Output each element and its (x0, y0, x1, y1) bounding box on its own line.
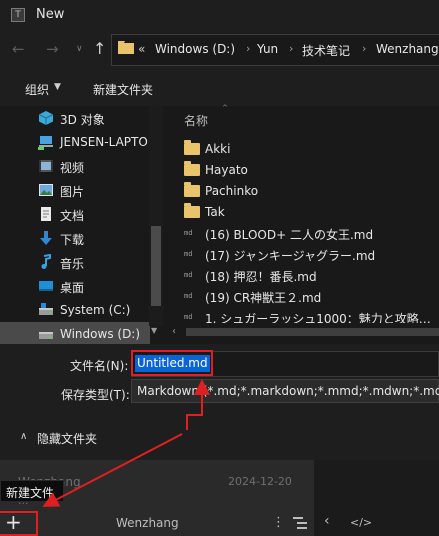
dialog-titlebar (0, 0, 439, 30)
recent-locations-chevron-icon[interactable]: ∨ (76, 44, 83, 54)
breadcrumb-wenzhang[interactable]: Wenzhang (376, 42, 439, 56)
file-list-item[interactable]: Tak (184, 202, 439, 223)
network-computer-icon (38, 136, 53, 150)
file-list-item[interactable]: Hayato (184, 160, 439, 181)
forward-arrow-icon[interactable]: → (46, 40, 59, 58)
file-list-item[interactable]: md (18) 押忍！番長.md (184, 265, 439, 286)
folder-icon (184, 140, 200, 155)
nav-item-system-c[interactable]: System (C:) (0, 298, 150, 322)
file-name: (16) BLOOD+ 二人の女王.md (205, 228, 374, 242)
sort-indicator-icon: ^ (222, 104, 228, 112)
breadcrumb-drive[interactable]: Windows (D:) (155, 42, 235, 56)
nav-item-label: 文档 (60, 209, 85, 223)
markdown-file-icon: md (184, 313, 193, 321)
nav-item-pictures[interactable]: 图片 (0, 178, 150, 202)
up-arrow-icon[interactable]: ↑ (93, 39, 106, 58)
file-list-item[interactable]: md (19) CR神獣王２.md (184, 286, 439, 307)
nav-item-music[interactable]: 音乐 (0, 250, 150, 274)
filetype-select-value[interactable]: Markdown (*.md;*.markdown;*.mmd;*.mdwn;*… (137, 384, 439, 398)
nav-item-desktop[interactable]: 桌面 (0, 274, 150, 298)
drive-icon (39, 332, 53, 339)
organize-button[interactable]: 组织 (25, 81, 49, 98)
caret-up-icon[interactable]: ∧ (20, 431, 27, 442)
downloads-icon (40, 231, 52, 245)
pictures-icon (39, 184, 53, 196)
nav-item-label: 下载 (60, 233, 85, 247)
file-list-item[interactable]: md (17) ジャンキージャグラー.md (184, 244, 439, 265)
file-list-item[interactable]: md (16) BLOOD+ 二人の女王.md (184, 223, 439, 244)
address-overflow[interactable]: « (138, 42, 145, 56)
markdown-file-icon: md (184, 292, 193, 300)
nav-item-label: System (C:) (60, 303, 131, 317)
annotation-box-filename (131, 350, 213, 376)
scroll-down-arrow-icon[interactable]: ▼ (151, 326, 157, 335)
folder-icon (184, 161, 200, 176)
folder-icon (118, 41, 134, 54)
file-name: Tak (205, 205, 225, 219)
breadcrumb-separator-icon[interactable]: › (289, 42, 293, 55)
file-name: Hayato (205, 163, 248, 177)
annotation-box-new-file (0, 511, 38, 536)
breadcrumb-yun[interactable]: Yun (257, 42, 278, 56)
nav-item-3d-objects[interactable]: 3D 对象 (0, 106, 150, 130)
dialog-title: New (36, 7, 65, 22)
back-arrow-icon[interactable]: ← (12, 40, 25, 58)
column-header-name[interactable]: 名称 (184, 112, 208, 129)
nav-item-downloads[interactable]: 下载 (0, 226, 150, 250)
horizontal-scrollbar-thumb[interactable] (186, 328, 439, 336)
markdown-file-icon: md (184, 229, 193, 237)
breadcrumb-separator-icon[interactable]: › (362, 42, 366, 55)
caret-down-icon[interactable]: ▼ (54, 82, 61, 92)
scroll-left-arrow-icon[interactable]: ‹ (172, 326, 176, 337)
tooltip-text: 新建文件 (6, 486, 55, 500)
nav-item-windows-d[interactable]: Windows (D:) (0, 322, 150, 346)
file-name: Pachinko (205, 184, 259, 198)
music-icon (41, 254, 51, 269)
filename-label: 文件名(N): (70, 359, 129, 373)
file-name: 1. シュガーラッシュ1000：魅力と攻略… (205, 312, 431, 323)
outline-toggle-icon[interactable] (293, 517, 307, 529)
3d-objects-icon (38, 111, 54, 125)
nav-item-documents[interactable]: 文档 (0, 202, 150, 226)
file-name: (18) 押忍！番長.md (205, 270, 317, 284)
file-list-item[interactable]: md 1. シュガーラッシュ1000：魅力と攻略… (184, 307, 439, 323)
breadcrumb-separator-icon[interactable]: › (246, 42, 250, 55)
hide-folders-toggle[interactable]: 隐藏文件夹 (37, 430, 97, 447)
folder-icon (184, 203, 200, 218)
new-folder-button[interactable]: 新建文件夹 (93, 81, 153, 98)
nav-item-label: 3D 对象 (60, 113, 105, 127)
nav-item-label: 图片 (60, 185, 85, 199)
nav-item-videos[interactable]: 视频 (0, 154, 150, 178)
file-name: Akki (205, 142, 231, 156)
nav-item-label: 音乐 (60, 257, 85, 271)
current-folder-label[interactable]: Wenzhang (116, 516, 179, 530)
folder-icon (184, 182, 200, 197)
typora-app-icon: T (11, 8, 25, 22)
file-name: (17) ジャンキージャグラー.md (205, 249, 376, 263)
documents-icon (41, 207, 51, 221)
file-list-entry-date: 2024-12-20 (228, 475, 292, 488)
dialog-toolbar (0, 70, 439, 106)
desktop-icon (39, 281, 53, 291)
nav-item-label: JENSEN-LAPTO (60, 135, 148, 149)
more-options-icon[interactable]: ⋮ (272, 515, 285, 530)
nav-item-label: 视频 (60, 161, 85, 175)
drive-icon (39, 303, 53, 315)
nav-item-label: Windows (D:) (60, 327, 141, 341)
file-list-item[interactable]: Pachinko (184, 181, 439, 202)
editor-background (314, 460, 439, 536)
markdown-file-icon: md (184, 250, 193, 258)
nav-item-jensen-laptop[interactable]: JENSEN-LAPTO (0, 130, 150, 154)
videos-icon (39, 160, 53, 172)
chevron-left-icon[interactable]: ‹ (324, 513, 330, 529)
nav-item-label: 桌面 (60, 281, 85, 295)
file-list-item[interactable]: Akki (184, 139, 439, 160)
markdown-file-icon: md (184, 271, 193, 279)
filetype-label: 保存类型(T): (61, 388, 130, 402)
file-name: (19) CR神獣王２.md (205, 291, 322, 305)
breadcrumb-notes[interactable]: 技术笔记 (302, 42, 350, 59)
source-code-icon[interactable]: </> (350, 516, 372, 529)
nav-pane-scrollbar-thumb[interactable] (151, 226, 161, 306)
